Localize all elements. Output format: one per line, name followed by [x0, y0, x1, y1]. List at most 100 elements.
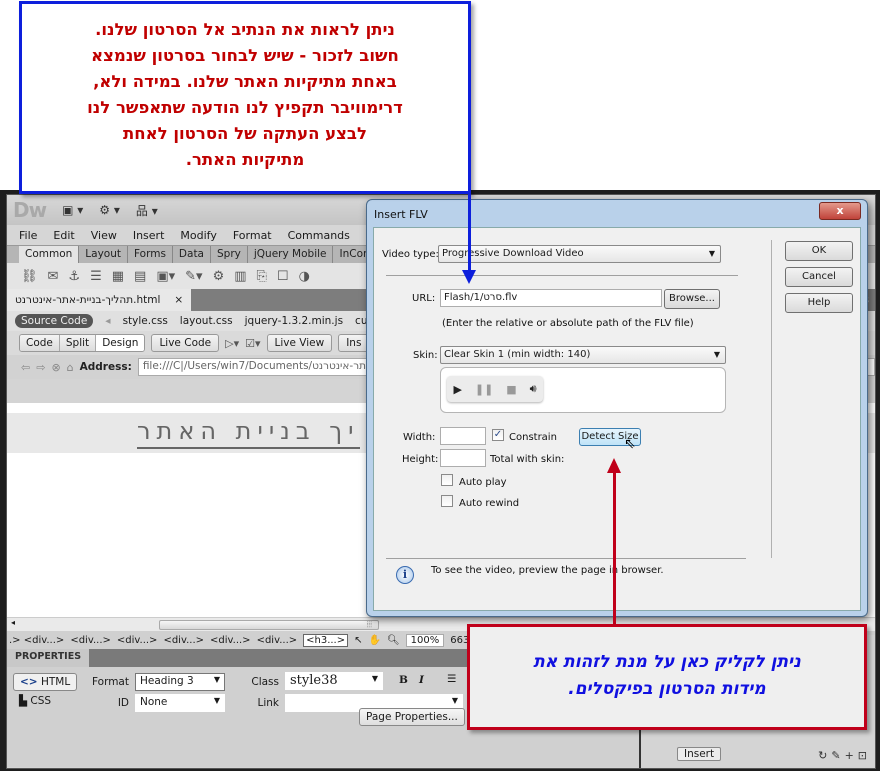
email-link-icon[interactable]: ✉ [48, 269, 59, 284]
back-icon[interactable]: ⇦ [21, 361, 30, 374]
tab-jquery-mobile[interactable]: jQuery Mobile [248, 246, 334, 263]
panel-insert-button[interactable]: Insert [677, 747, 722, 761]
table-icon[interactable]: ▦ [112, 269, 124, 284]
stop-icon[interactable]: ⊗ [51, 361, 60, 374]
tag-h3-selected[interactable]: <h3...> [303, 633, 349, 647]
tab-data[interactable]: Data [173, 246, 211, 263]
ok-button[interactable]: OK [785, 241, 853, 261]
code-view-button[interactable]: Code [20, 335, 60, 351]
scrollbar-thumb[interactable]: ⦙⦙⦙ [159, 620, 379, 630]
link-label: Link [257, 697, 279, 709]
forward-icon[interactable]: ⇨ [36, 361, 45, 374]
split-view-button[interactable]: Split [59, 335, 97, 351]
head-icon[interactable]: ◑ [299, 269, 310, 284]
date-icon[interactable]: ▥ [234, 269, 246, 284]
auto-rewind-checkbox[interactable] [441, 495, 453, 507]
horizontal-rule-icon[interactable]: ☰ [90, 269, 102, 284]
constrain-checkbox[interactable]: ✓ [492, 429, 504, 441]
cancel-button[interactable]: Cancel [785, 267, 853, 287]
related-file-style-css[interactable]: style.css [123, 315, 168, 327]
browse-button[interactable]: Browse... [664, 289, 720, 309]
home-icon[interactable]: ⌂ [67, 361, 74, 374]
properties-tab[interactable]: PROPERTIES [7, 649, 90, 667]
page-heading[interactable]: יך בניית האתר [137, 415, 360, 449]
tab-common[interactable]: Common [19, 246, 80, 263]
design-view-button[interactable]: Design [96, 335, 145, 351]
validate-icon[interactable]: ☑▾ [245, 337, 260, 350]
menu-modify[interactable]: Modify [172, 229, 224, 242]
close-button[interactable]: x [819, 202, 861, 220]
constrain-label: Constrain [509, 432, 557, 443]
dw-logo: Dw [13, 198, 47, 222]
menu-format[interactable]: Format [225, 229, 280, 242]
format-value: Heading 3 [140, 675, 194, 687]
inspect-button[interactable]: Ins [338, 334, 370, 352]
tab-spry[interactable]: Spry [211, 246, 248, 263]
height-input[interactable] [440, 449, 486, 467]
page-properties-button[interactable]: Page Properties... [359, 708, 465, 726]
help-button[interactable]: Help [785, 293, 853, 313]
menu-view[interactable]: View [83, 229, 125, 242]
tab-layout[interactable]: Layout [79, 246, 128, 263]
document-tab[interactable]: תהליך-בניית-אתר-אינטרנט.html × [7, 289, 192, 311]
refresh-icon[interactable]: ↻ [818, 749, 831, 762]
format-select[interactable]: Heading 3 ▼ [135, 673, 225, 691]
id-select[interactable]: None ▼ [135, 694, 225, 712]
width-label: Width: [403, 432, 436, 443]
class-select[interactable]: style38 ▼ [285, 672, 383, 690]
skin-value: Clear Skin 1 (min width: 140) [444, 349, 591, 360]
close-icon[interactable]: × [174, 294, 183, 306]
related-file-source-code[interactable]: Source Code [15, 314, 94, 328]
add-bookmark-icon[interactable]: +⊡ [845, 749, 871, 762]
class-label: Class [251, 676, 279, 688]
css-label: CSS [30, 695, 52, 707]
insert-div-icon[interactable]: ▤ [134, 269, 146, 284]
related-file-jquery[interactable]: jquery-1.3.2.min.js [245, 315, 343, 327]
scroll-left-icon[interactable]: ◂ [11, 618, 15, 627]
comment-icon[interactable]: ☐ [277, 269, 289, 284]
menu-file[interactable]: File [11, 229, 45, 242]
zoom-select[interactable]: 100% [405, 633, 445, 647]
skin-label: Skin: [413, 350, 438, 361]
unordered-list-icon[interactable]: ☰ [447, 673, 456, 685]
live-code-button[interactable]: Live Code [151, 334, 220, 352]
tag-div[interactable]: <div...> [210, 635, 251, 646]
widget-icon[interactable]: ⚙ [213, 269, 225, 284]
chevron-down-icon: ▼ [708, 249, 715, 258]
images-icon[interactable]: ▣▾ [156, 269, 175, 284]
tag-div[interactable]: <div...> [257, 635, 298, 646]
live-view-button[interactable]: Live View [266, 334, 333, 352]
hyperlink-icon[interactable]: ⛓ [21, 269, 38, 284]
html-mode-button[interactable]: <> HTML [13, 673, 78, 691]
css-mode-button[interactable]: ▙ CSS [19, 695, 51, 707]
id-value: None [140, 696, 168, 708]
layout-icon[interactable]: ▣ ▾ [62, 203, 83, 217]
arrow-red-line [613, 472, 616, 625]
hand-tool-icon[interactable]: ✋ [369, 635, 381, 646]
menu-edit[interactable]: Edit [45, 229, 82, 242]
related-file-layout-css[interactable]: layout.css [180, 315, 233, 327]
tag-div[interactable]: <div...> [163, 635, 204, 646]
skin-select[interactable]: Clear Skin 1 (min width: 140) ▼ [440, 346, 726, 364]
tag-div[interactable]: <div...> [117, 635, 158, 646]
tag-div[interactable]: <div...> [70, 635, 111, 646]
video-type-select[interactable]: Progressive Download Video ▼ [438, 245, 721, 263]
bold-button[interactable]: B [399, 674, 408, 686]
tab-forms[interactable]: Forms [128, 246, 173, 263]
menu-commands[interactable]: Commands [280, 229, 358, 242]
tag-div[interactable]: .> <div...> [9, 635, 64, 646]
site-icon[interactable]: 品 ▾ [136, 202, 158, 219]
italic-button[interactable]: I [419, 674, 424, 686]
url-input[interactable]: Flash/1/סרט.flv [440, 289, 662, 307]
server-side-include-icon[interactable]: ⎘ [257, 269, 267, 284]
media-icon[interactable]: ✎▾ [185, 269, 202, 284]
named-anchor-icon[interactable]: ⚓ [68, 269, 80, 284]
width-input[interactable] [440, 427, 486, 445]
edit-icon[interactable]: ✎ [831, 749, 844, 762]
browser-compat-icon[interactable]: ▷▾ [225, 337, 239, 350]
pointer-tool-icon[interactable]: ↖ [354, 635, 362, 646]
gear-icon[interactable]: ⚙ ▾ [99, 203, 120, 217]
auto-play-checkbox[interactable] [441, 474, 453, 486]
menu-insert[interactable]: Insert [125, 229, 173, 242]
zoom-tool-icon[interactable]: 🔍︎ [387, 635, 400, 646]
